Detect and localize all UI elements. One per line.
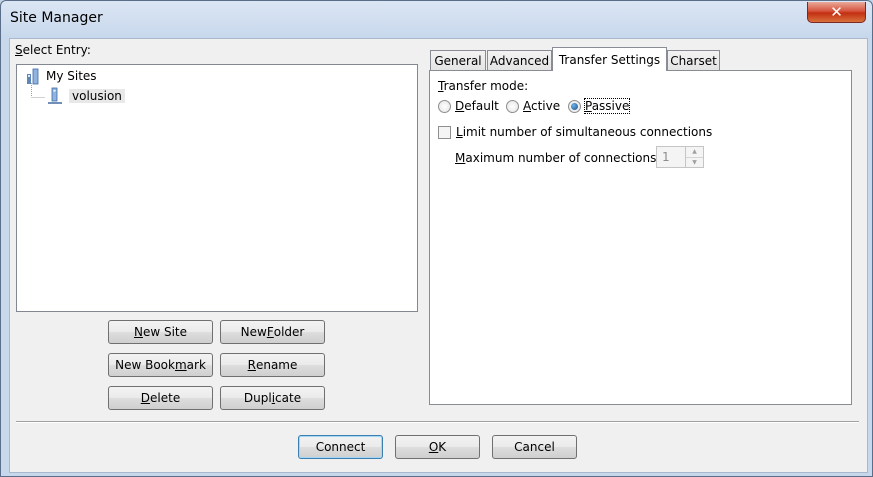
tree-item-label: My Sites (46, 69, 97, 83)
max-connections-value[interactable]: 1 (657, 147, 685, 167)
footer-separator (16, 421, 859, 423)
radio-default[interactable]: Default (438, 99, 499, 113)
server-group-icon (27, 68, 39, 85)
close-button[interactable]: ✕ (807, 2, 866, 23)
radio-active[interactable]: Active (506, 99, 560, 113)
chevron-down-icon[interactable]: ▼ (686, 156, 703, 168)
duplicate-button[interactable]: Dupl i cate (220, 386, 325, 410)
ok-button[interactable]: OK (395, 435, 480, 459)
max-connections-stepper[interactable]: 1 ▲ ▼ (656, 146, 704, 168)
server-icon (48, 87, 62, 104)
site-manager-window: Site Manager ✕ Select Entry: My Sites vo… (0, 0, 873, 477)
radio-passive-indicator[interactable] (568, 99, 581, 113)
limit-connections-label: Limit number of simultaneous connections (456, 125, 713, 139)
radio-default-indicator[interactable] (438, 99, 451, 113)
dialog-client-area: Select Entry: My Sites volusion N ew Sit… (9, 38, 868, 473)
radio-passive[interactable]: Passive (568, 98, 631, 114)
tab-advanced[interactable]: Advanced (487, 50, 552, 70)
radio-active-label: Active (523, 99, 561, 113)
tab-general[interactable]: General (430, 50, 486, 70)
tab-transfer-settings[interactable]: Transfer Settings (552, 47, 667, 71)
window-title: Site Manager (10, 10, 103, 26)
select-entry-label: Select Entry: (15, 43, 91, 57)
cancel-button[interactable]: Cancel (492, 435, 577, 459)
tree-item-my-sites[interactable]: My Sites (25, 67, 97, 85)
new-bookmark-button[interactable]: New Book m ark (108, 353, 213, 377)
tree-item-volusion[interactable]: volusion (47, 87, 125, 105)
close-icon: ✕ (830, 3, 843, 21)
connect-button[interactable]: Connect (298, 435, 383, 459)
limit-connections-checkbox[interactable] (438, 125, 451, 139)
new-folder-button[interactable]: New Folder (220, 320, 325, 344)
delete-button[interactable]: Delete (108, 386, 213, 410)
transfer-mode-label: Transfer mode: (438, 79, 529, 93)
limit-connections-checkbox-row[interactable]: Limit number of simultaneous connections (438, 125, 712, 139)
rename-button[interactable]: Rename (220, 353, 325, 377)
transfer-settings-panel: Transfer mode: Default Active Passive Li… (429, 70, 852, 405)
tree-item-label: volusion (69, 89, 125, 103)
radio-active-indicator[interactable] (506, 99, 519, 113)
tab-charset[interactable]: Charset (667, 50, 720, 70)
site-tree[interactable]: My Sites volusion (16, 64, 418, 312)
new-site-button[interactable]: New Site (108, 320, 213, 344)
chevron-up-icon[interactable]: ▲ (686, 147, 703, 157)
radio-passive-label: Passive (583, 98, 631, 114)
max-connections-label: Maximum number of connections: (455, 151, 661, 165)
radio-default-label: Default (455, 99, 499, 113)
